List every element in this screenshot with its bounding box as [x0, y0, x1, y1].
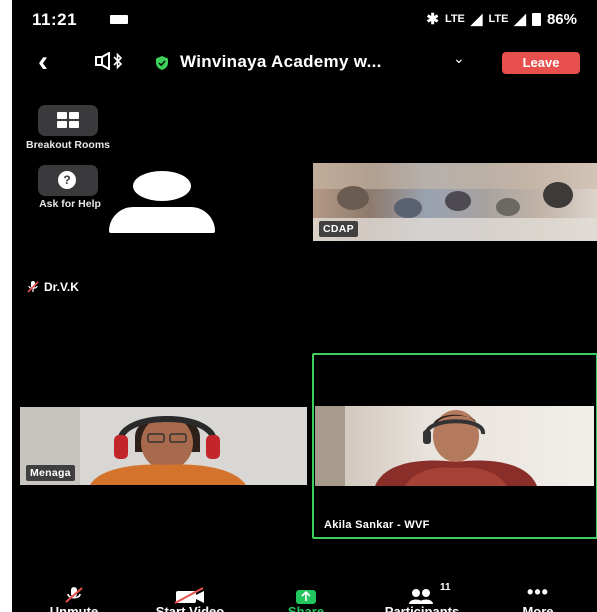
meeting-title[interactable]: Winvinaya Academy w...: [180, 52, 382, 72]
unmute-label: Unmute: [49, 604, 99, 612]
breakout-grid-icon: [57, 112, 79, 129]
participant-dr-vk: Dr.V.K: [26, 280, 79, 294]
meeting-toolbar: Unmute Start Video Share 11 Participants…: [12, 582, 597, 612]
status-indicators: ✱ LTE ◢ LTE ◢ 86%: [426, 10, 577, 29]
network-type: LTE: [444, 13, 465, 25]
leave-button[interactable]: Leave: [502, 52, 580, 74]
ask-for-help-button[interactable]: ?: [38, 165, 98, 196]
participants-label: Participants: [384, 604, 460, 612]
battery-level: 86%: [546, 10, 577, 28]
more-label: More: [522, 604, 554, 612]
participants-count: 11: [440, 582, 451, 593]
battery-icon: [531, 12, 541, 26]
signal-icon-2: ◢: [514, 11, 526, 28]
tile-name-akila: Akila Sankar - WVF: [324, 519, 430, 531]
tile-name-menaga: Menaga: [26, 465, 75, 481]
video-feed-akila: [315, 406, 537, 486]
meeting-screen: 11:21 ✱ LTE ◢ LTE ◢ 86% ‹ Winvinaya Acad…: [12, 0, 597, 612]
share-button[interactable]: Share: [251, 586, 361, 612]
back-chevron-icon[interactable]: ‹: [38, 47, 48, 77]
unmute-button[interactable]: Unmute: [19, 586, 129, 612]
participants-icon: [409, 589, 433, 604]
video-tile-akila[interactable]: [315, 406, 594, 486]
chevron-down-icon[interactable]: ⌄: [453, 50, 465, 67]
video-tile-cdap[interactable]: CDAP: [313, 163, 597, 241]
avatar-body: [109, 207, 215, 233]
more-button[interactable]: ••• More: [483, 582, 593, 612]
video-off-icon: [174, 587, 204, 604]
breakout-rooms-label: Breakout Rooms: [26, 139, 111, 151]
muted-mic-icon: [27, 281, 39, 293]
share-arrow-icon: [296, 590, 316, 604]
status-time: 11:21: [32, 10, 78, 29]
breakout-rooms-button[interactable]: [38, 105, 98, 136]
ask-for-help-label: Ask for Help: [39, 198, 101, 210]
participants-button[interactable]: 11 Participants: [367, 582, 477, 612]
participant-name: Dr.V.K: [44, 280, 79, 294]
mic-muted-icon: [65, 587, 83, 603]
avatar-head: [133, 171, 191, 201]
video-tile-menaga[interactable]: Menaga: [20, 407, 307, 485]
bluetooth-icon: ✱: [426, 11, 439, 28]
start-video-label: Start Video: [155, 604, 225, 612]
question-icon: ?: [58, 171, 76, 189]
screen-record-icon: [110, 15, 128, 24]
tile-name-cdap: CDAP: [319, 221, 358, 237]
speaker-bluetooth-icon[interactable]: [94, 51, 124, 75]
share-label: Share: [287, 604, 325, 612]
encryption-shield-icon: [154, 55, 170, 76]
start-video-button[interactable]: Start Video: [135, 586, 245, 612]
signal-icon: ◢: [470, 11, 483, 28]
network-type-2: LTE: [488, 13, 509, 25]
more-dots-icon: •••: [527, 582, 549, 602]
